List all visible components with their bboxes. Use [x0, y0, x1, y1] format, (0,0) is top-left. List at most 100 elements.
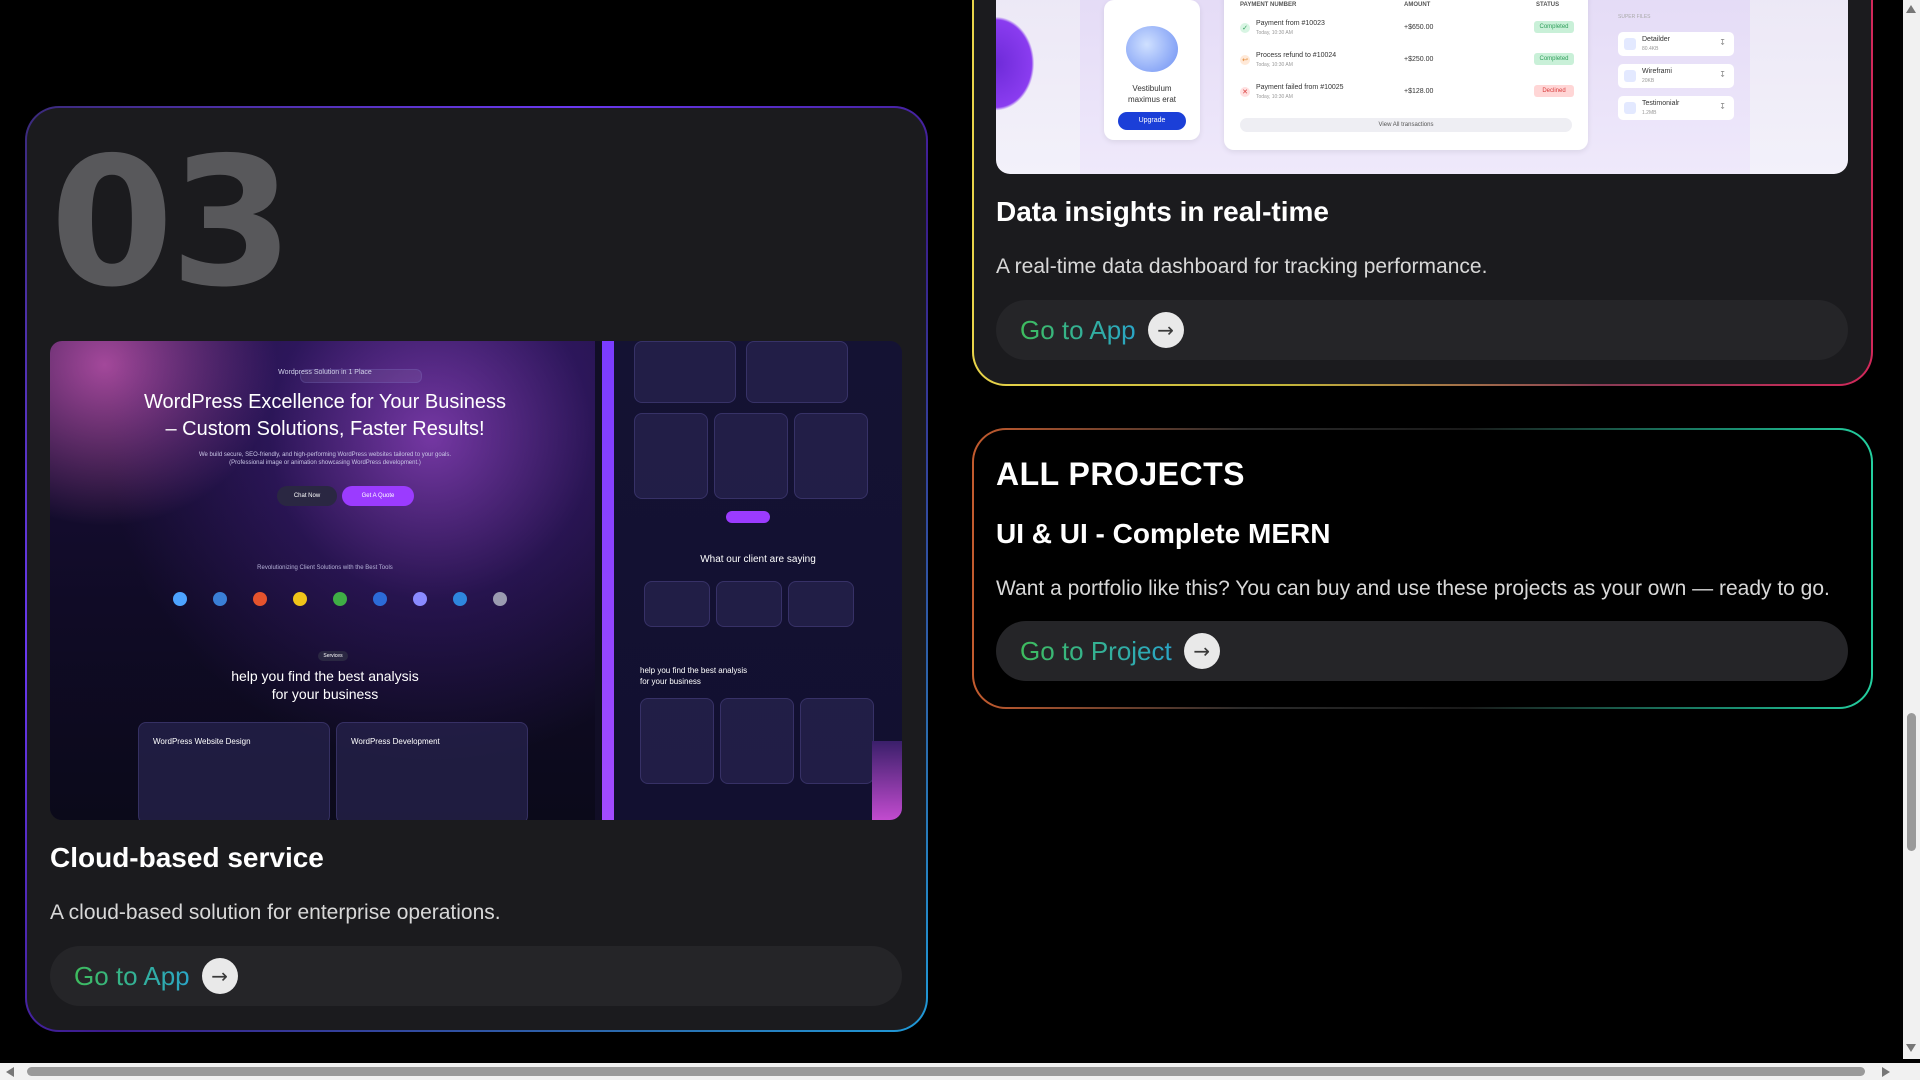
- file-name: Wireframi: [1642, 68, 1672, 75]
- check-icon: ✓: [1240, 23, 1250, 33]
- go-to-app-button[interactable]: Go to App →: [996, 300, 1848, 360]
- promo-text-2: maximus erat: [1127, 95, 1176, 104]
- file-size: 20KB: [1642, 78, 1655, 84]
- status-badge: Completed: [1534, 21, 1574, 33]
- preview-service-card: WordPress Development: [336, 722, 528, 820]
- preview-headline-2: – Custom Solutions, Faster Results!: [165, 418, 485, 440]
- transaction-amount: +$650.00: [1404, 24, 1434, 31]
- preview-box: [634, 413, 708, 499]
- preview-box: [746, 341, 848, 403]
- preview-analysis-1: help you find the best analysis: [231, 668, 419, 684]
- file-icon: [1624, 70, 1636, 82]
- preview-tools-label: Revolutionizing Client Solutions with th…: [257, 565, 393, 571]
- all-projects-title: UI & UI - Complete MERN: [996, 518, 1331, 549]
- dashboard-preview-image: Vestibulum maximus erat Upgrade PAYMENT …: [996, 0, 1848, 174]
- col-amount-header: AMOUNT: [1404, 2, 1431, 8]
- preview-testimonial: [716, 581, 782, 627]
- transaction-date: Today, 10:30 AM: [1256, 62, 1293, 68]
- go-to-app-button[interactable]: Go to App →: [50, 946, 902, 1006]
- download-icon: ↧: [1719, 38, 1726, 47]
- file-icon: [1624, 102, 1636, 114]
- scroll-down-arrow-icon[interactable]: [1906, 1044, 1916, 1052]
- tool-icon: [293, 592, 307, 606]
- transaction-date: Today, 10:30 AM: [1256, 30, 1293, 36]
- project-title: Data insights in real-time: [996, 196, 1329, 227]
- go-to-app-label: Go to App: [74, 960, 190, 991]
- transaction-label: Payment failed from #10025: [1256, 84, 1344, 91]
- preview-service-card: WordPress Website Design: [138, 722, 330, 820]
- preview-side-panel: What our client are saying help you find…: [614, 341, 902, 820]
- transaction-date: Today, 10:30 AM: [1256, 94, 1293, 100]
- preview-service-title: WordPress Development: [351, 737, 440, 746]
- files-panel: SUPER FILES Detailder 80.4KB ↧ Wireframi…: [1608, 0, 1750, 160]
- arrow-right-icon: →: [1183, 633, 1220, 669]
- project-number: 03: [50, 119, 294, 326]
- tool-icon: [493, 592, 507, 606]
- preview-chat-button: Chat Now: [277, 486, 337, 506]
- promo-text-1: Vestibulum: [1132, 84, 1172, 93]
- go-to-project-button[interactable]: Go to Project →: [996, 621, 1848, 681]
- project-title: Cloud-based service: [50, 842, 324, 873]
- download-icon: ↧: [1719, 102, 1726, 111]
- close-icon: ✕: [1240, 87, 1250, 97]
- preview-service-title: WordPress Website Design: [153, 737, 251, 746]
- file-icon: [1624, 38, 1636, 50]
- preview-box: [800, 698, 874, 784]
- scroll-right-arrow-icon[interactable]: [1882, 1067, 1890, 1077]
- go-to-project-label: Go to Project: [1020, 635, 1172, 666]
- preview-testimonial: [788, 581, 854, 627]
- preview-badge-text: Wordpress Solution in 1 Place: [278, 369, 372, 376]
- preview-swoosh: [996, 0, 1086, 174]
- go-to-app-label: Go to App: [1020, 314, 1136, 345]
- scroll-left-arrow-icon[interactable]: [6, 1067, 14, 1077]
- vertical-scrollbar[interactable]: [1903, 0, 1920, 1059]
- status-badge: Completed: [1534, 53, 1574, 65]
- transaction-amount: +$128.00: [1404, 88, 1434, 95]
- preview-testimonial: [644, 581, 710, 627]
- scroll-up-arrow-icon[interactable]: [1906, 5, 1916, 13]
- arrow-right-icon: →: [201, 958, 238, 994]
- preview-pill: [726, 511, 770, 523]
- horizontal-scroll-thumb[interactable]: [27, 1067, 1865, 1076]
- status-badge: Declined: [1534, 85, 1574, 97]
- tool-icon: [333, 592, 347, 606]
- preview-divider: [602, 341, 614, 820]
- preview-subtext-2: (Professional image or animation showcas…: [229, 460, 421, 466]
- vertical-scroll-thumb[interactable]: [1907, 713, 1916, 851]
- project-description: A real-time data dashboard for tracking …: [996, 255, 1488, 278]
- tool-icon: [173, 592, 187, 606]
- file-name: Testimonialr: [1642, 100, 1680, 107]
- file-item: Testimonialr 1.2MB ↧: [1618, 96, 1734, 120]
- preview-services-badge: Services: [318, 651, 348, 661]
- project-description: A cloud-based solution for enterprise op…: [50, 901, 501, 924]
- transaction-label: Payment from #10023: [1256, 20, 1325, 27]
- file-item: Detailder 80.4KB ↧: [1618, 32, 1734, 56]
- col-status-header: STATUS: [1536, 2, 1560, 8]
- all-projects-heading: ALL PROJECTS: [996, 456, 1245, 492]
- preview-quote-button: Get A Quote: [342, 486, 414, 506]
- files-heading: SUPER FILES: [1618, 14, 1651, 20]
- col-payment-header: PAYMENT NUMBER: [1240, 2, 1297, 8]
- tool-icon: [373, 592, 387, 606]
- file-name: Detailder: [1642, 36, 1671, 43]
- horizontal-scrollbar[interactable]: [0, 1063, 1920, 1080]
- promo-card: Vestibulum maximus erat Upgrade: [1104, 0, 1200, 140]
- tool-icon: [413, 592, 427, 606]
- preview-side-analysis-1: help you find the best analysis: [640, 666, 748, 675]
- preview-box: [640, 698, 714, 784]
- page: 03 Wordpress Solution in 1 Place WordPre…: [0, 0, 1920, 1080]
- tool-icon: [253, 592, 267, 606]
- file-size: 1.2MB: [1642, 110, 1657, 116]
- preview-client-heading: What our client are saying: [700, 554, 816, 565]
- transactions-panel: PAYMENT NUMBER AMOUNT STATUS ✓ Payment f…: [1224, 0, 1588, 150]
- preview-box: [794, 413, 868, 499]
- preview-headline-1: WordPress Excellence for Your Business: [143, 391, 507, 413]
- arrow-right-icon: →: [1147, 312, 1184, 348]
- file-size: 80.4KB: [1642, 46, 1659, 52]
- refund-icon: ↩: [1240, 55, 1250, 65]
- tool-icon: [213, 592, 227, 606]
- view-all-transactions: View All transactions: [1240, 118, 1572, 132]
- download-icon: ↧: [1719, 70, 1726, 79]
- transaction-label: Process refund to #10024: [1256, 52, 1337, 59]
- preview-box: [714, 413, 788, 499]
